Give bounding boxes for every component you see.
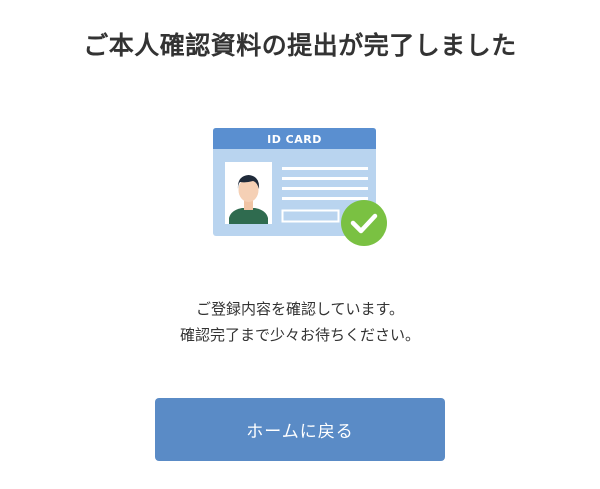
card-line xyxy=(282,187,368,190)
page-title: ご本人確認資料の提出が完了しました xyxy=(83,31,517,60)
card-line xyxy=(282,167,368,170)
card-label: ID CARD xyxy=(267,133,322,146)
card-line xyxy=(282,197,368,200)
status-message-line-2: 確認完了まで少々お待ちください。 xyxy=(179,326,420,344)
status-message-line-1: ご登録内容を確認しています。 xyxy=(195,300,405,318)
id-card-icon: ID CARD xyxy=(213,128,387,246)
home-button[interactable]: ホームに戻る xyxy=(155,398,445,461)
card-line xyxy=(282,177,368,180)
id-card-illustration: ID CARD xyxy=(210,126,390,250)
checkmark-icon xyxy=(341,200,387,246)
status-message: ご登録内容を確認しています。 確認完了まで少々お待ちください。 xyxy=(0,296,600,348)
